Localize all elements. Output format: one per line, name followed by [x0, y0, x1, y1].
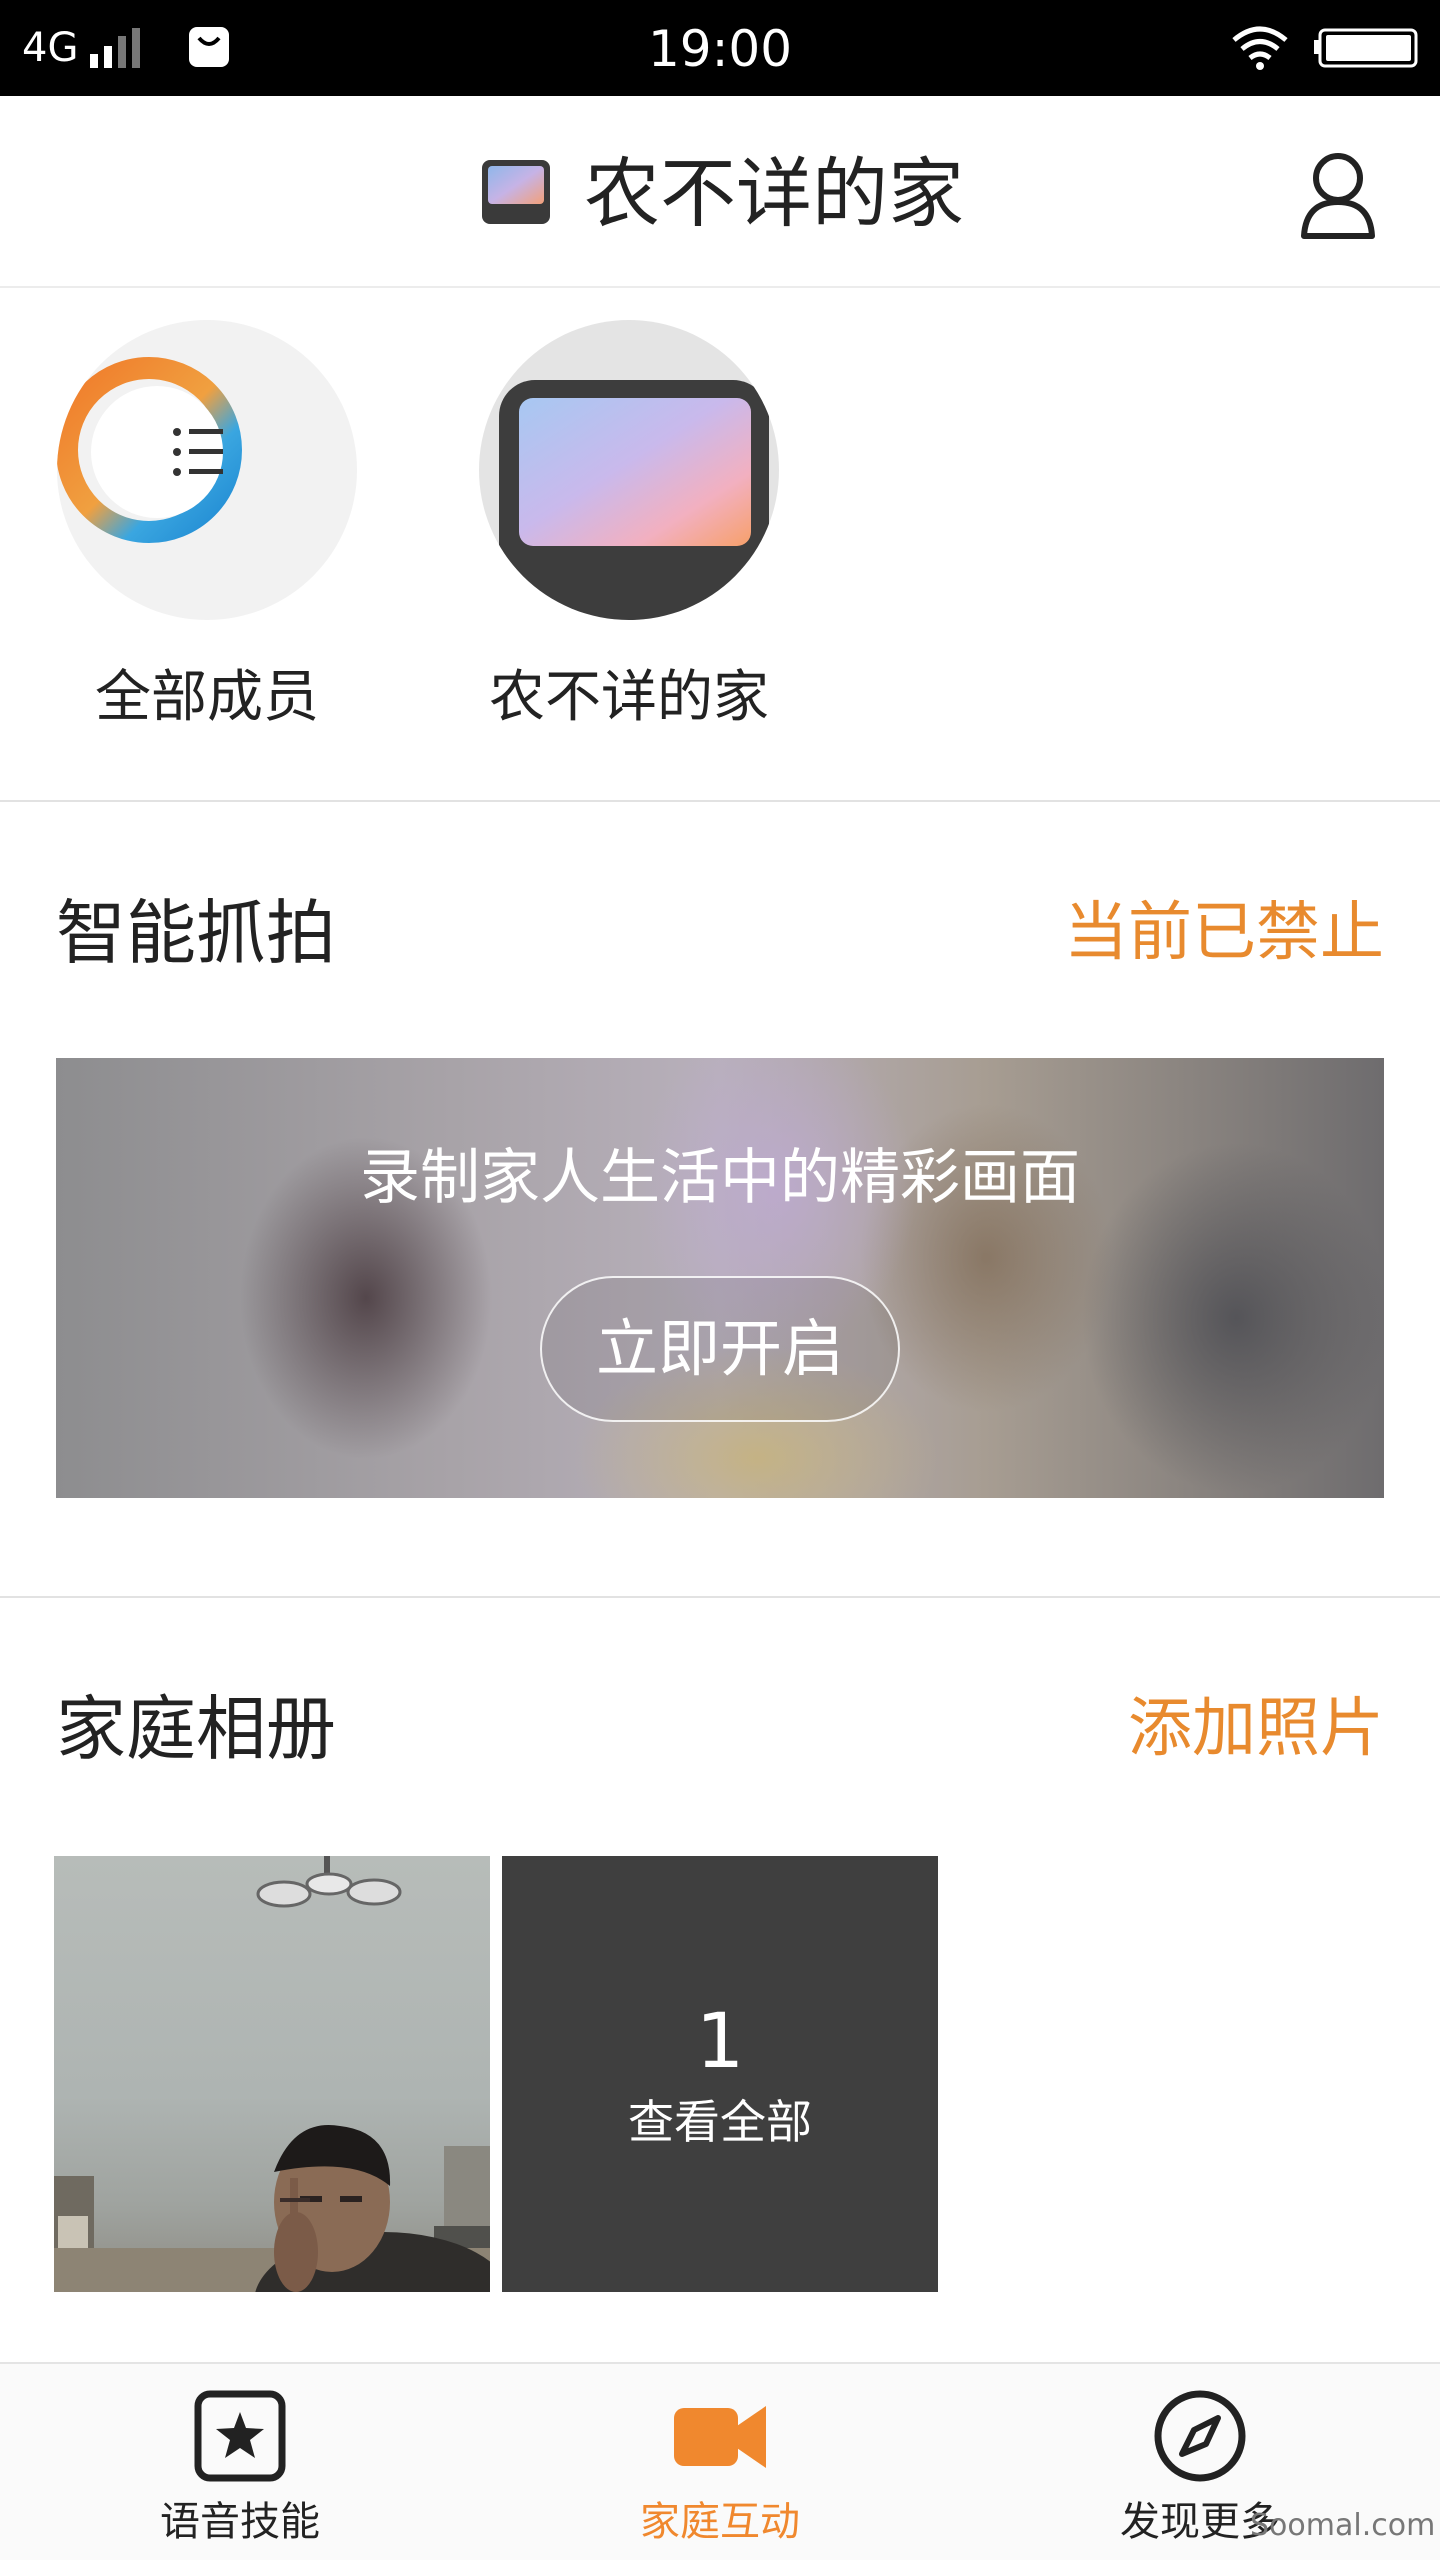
- photo-count: 1: [695, 1996, 745, 2085]
- add-photo-button[interactable]: 添加照片: [1128, 1684, 1384, 1774]
- smart-display-icon: [482, 160, 550, 224]
- status-bar: 4G 19:00: [0, 0, 1440, 96]
- photo-thumbnail: [54, 1856, 490, 2292]
- watermark: Soomal.com: [1250, 2508, 1436, 2543]
- tab-label: 家庭互动: [640, 2499, 800, 2545]
- compass-icon: [1154, 2390, 1246, 2482]
- family-album-title: 家庭相册: [56, 1688, 336, 1770]
- bottom-tab-bar: 语音技能 家庭互动 发现更多: [0, 2362, 1440, 2560]
- app-header: 农不详的家: [0, 96, 1440, 288]
- member-all[interactable]: 全部成员: [42, 320, 372, 734]
- view-all-label: 查看全部: [628, 2095, 812, 2149]
- tab-family-interaction[interactable]: 家庭互动: [570, 2364, 870, 2560]
- wifi-icon: [1232, 26, 1288, 70]
- member-home-device[interactable]: 农不详的家: [464, 320, 794, 734]
- all-members-avatar: [57, 320, 357, 620]
- battery-icon: [1314, 28, 1418, 68]
- page-title: 农不详的家: [584, 149, 964, 238]
- profile-icon[interactable]: [1296, 150, 1380, 240]
- member-label: 农不详的家: [489, 665, 769, 730]
- home-device-avatar: [479, 320, 779, 620]
- video-camera-icon: [674, 2406, 766, 2468]
- tab-voice-skills[interactable]: 语音技能: [90, 2364, 390, 2560]
- section-divider: [0, 1596, 1440, 1598]
- capture-banner-text: 录制家人生活中的精彩画面: [360, 1143, 1080, 1213]
- star-icon: [194, 2390, 286, 2482]
- smart-capture-banner: 录制家人生活中的精彩画面 立即开启: [56, 1058, 1384, 1498]
- tab-label: 语音技能: [160, 2499, 320, 2545]
- section-divider: [0, 800, 1440, 802]
- album-photo[interactable]: [54, 1856, 490, 2292]
- smart-display-device-icon: [499, 380, 769, 620]
- member-label: 全部成员: [95, 665, 319, 730]
- enable-capture-button[interactable]: 立即开启: [540, 1276, 900, 1422]
- smart-capture-title: 智能抓拍: [56, 892, 336, 974]
- all-members-ring-icon: [57, 357, 242, 543]
- smart-capture-status[interactable]: 当前已禁止: [1064, 888, 1384, 978]
- view-all-photos-tile[interactable]: 1 查看全部: [502, 1856, 938, 2292]
- clock: 19:00: [647, 20, 793, 78]
